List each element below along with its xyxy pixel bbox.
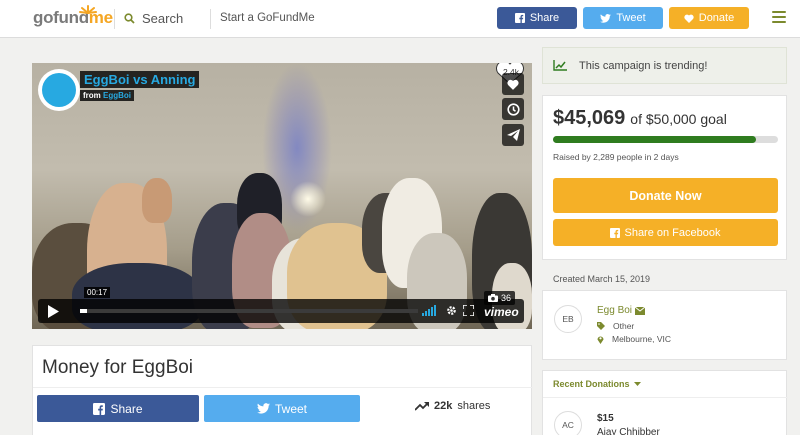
gofundme-logo[interactable]: gofundme: [33, 8, 113, 28]
video-title[interactable]: EggBoi vs Anning: [80, 71, 200, 88]
facebook-icon: [93, 402, 106, 415]
video-from: from EggBoi: [80, 90, 135, 101]
header-share-label: Share: [529, 12, 560, 24]
tweet-button[interactable]: Tweet: [204, 395, 360, 422]
video-share-button[interactable]: [502, 124, 524, 146]
twitter-icon: [256, 403, 270, 414]
amount-raised: $45,069 of $50,000 goal: [553, 107, 727, 130]
header-donate-button[interactable]: Donate: [669, 7, 749, 29]
header-donate-label: Donate: [698, 12, 735, 24]
raised-by-text: Raised by 2,289 people in 2 days: [553, 152, 679, 162]
channel-avatar[interactable]: [38, 69, 80, 111]
chart-line-icon: [553, 60, 567, 71]
header-divider: [114, 9, 115, 29]
play-icon: [48, 304, 59, 318]
tag-icon: [597, 322, 605, 330]
clock-icon: [506, 102, 520, 116]
twitter-icon: [600, 13, 612, 23]
organizer-avatar[interactable]: EB: [554, 305, 582, 333]
volume-icon[interactable]: [422, 305, 438, 316]
organizer-card: EB Egg Boi Other Melbourne, VIC: [542, 290, 787, 360]
video-player[interactable]: EggBoi vs Anning from EggBoi 2.4k 00:17 …: [32, 63, 532, 329]
header-tweet-button[interactable]: Tweet: [583, 7, 663, 29]
map-pin-icon: [597, 336, 604, 344]
search-label: Search: [142, 11, 184, 26]
facebook-share-label: Share: [110, 401, 143, 416]
header-share-button[interactable]: Share: [497, 7, 577, 29]
facebook-icon: [610, 227, 621, 238]
photo-count-badge[interactable]: 36: [484, 291, 516, 305]
campaign-title: Money for EggBoi: [42, 357, 194, 378]
tweet-label: Tweet: [274, 401, 307, 416]
video-timestamp: 00:17: [84, 287, 111, 298]
trending-text: This campaign is trending!: [579, 59, 708, 72]
donation-amount: $15: [597, 413, 614, 424]
donor-avatar: AC: [554, 411, 582, 435]
watch-later-button[interactable]: [502, 98, 524, 120]
caret-down-icon: [633, 381, 641, 386]
share-on-facebook-button[interactable]: Share on Facebook: [553, 219, 778, 246]
facebook-icon: [514, 13, 525, 23]
organizer-location: Melbourne, VIC: [597, 334, 671, 344]
donor-name: Ajay Chhibber: [597, 427, 660, 435]
heart-icon: [507, 79, 519, 90]
logo-sun-icon: [79, 5, 97, 14]
funding-progress-bar: [553, 136, 778, 143]
play-button[interactable]: [38, 299, 68, 323]
shares-counter: 22k shares: [415, 400, 490, 412]
trending-arrow-icon: [415, 402, 429, 411]
shares-label: shares: [457, 400, 491, 412]
donate-now-button[interactable]: Donate Now: [553, 178, 778, 213]
settings-gear-icon[interactable]: [446, 305, 457, 316]
recent-donations-toggle[interactable]: Recent Donations: [553, 379, 641, 389]
raised-amount: $45,069: [553, 107, 626, 129]
menu-icon[interactable]: [772, 11, 786, 23]
header-tweet-label: Tweet: [616, 12, 646, 24]
trending-banner: This campaign is trending!: [542, 47, 787, 84]
start-gofundme-link[interactable]: Start a GoFundMe: [220, 12, 315, 24]
header-divider: [210, 9, 211, 29]
camera-icon: [488, 294, 498, 302]
share-on-facebook-label: Share on Facebook: [624, 226, 721, 239]
campaign-card: Money for EggBoi Share Tweet 22k shares: [32, 345, 533, 435]
created-date: Created March 15, 2019: [553, 274, 651, 284]
vimeo-logo[interactable]: vimeo: [484, 305, 519, 319]
shares-count: 22k: [434, 400, 453, 412]
organizer-name-link[interactable]: Egg Boi: [597, 305, 646, 316]
video-like-button[interactable]: [502, 73, 524, 95]
goal-text: of $50,000 goal: [630, 111, 727, 127]
video-controls: 00:17 36 vimeo: [38, 287, 524, 323]
search-link[interactable]: Search: [124, 11, 183, 26]
donation-summary-card: $45,069 of $50,000 goal Raised by 2,289 …: [542, 95, 787, 260]
recent-donations-card: Recent Donations AC $15 Ajay Chhibber: [542, 370, 788, 435]
heart-icon: [684, 14, 694, 23]
top-navbar: gofundme Search Start a GoFundMe Share T…: [0, 0, 800, 38]
search-icon: [124, 13, 135, 24]
organizer-category: Other: [597, 321, 634, 331]
paper-plane-icon: [506, 129, 520, 141]
envelope-icon[interactable]: [635, 306, 646, 315]
facebook-share-button[interactable]: Share: [37, 395, 199, 422]
video-from-user[interactable]: EggBoi: [103, 91, 131, 100]
fullscreen-icon[interactable]: [463, 305, 474, 316]
video-progress-bar[interactable]: [80, 309, 418, 313]
